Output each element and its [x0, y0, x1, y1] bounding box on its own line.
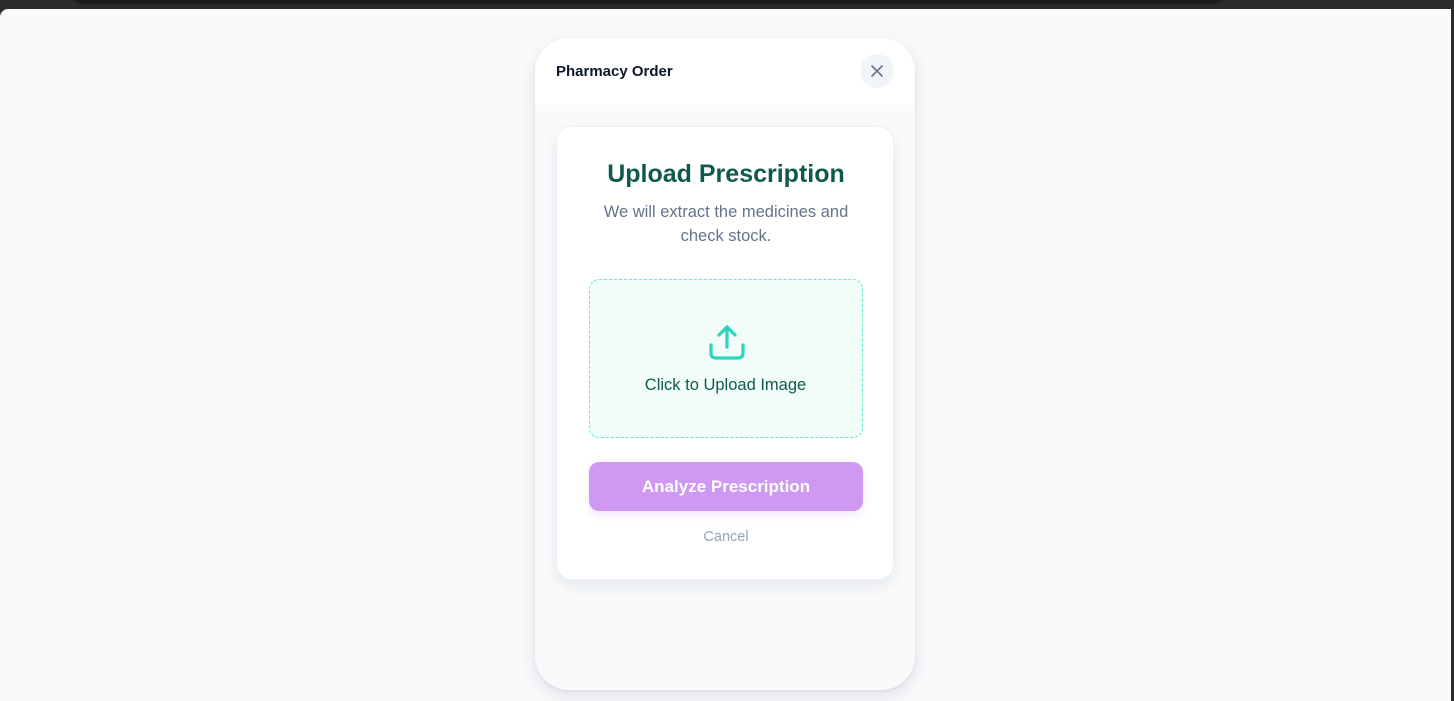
upload-icon: [709, 325, 745, 360]
upload-card: Upload Prescription We will extract the …: [556, 126, 894, 580]
upload-dropzone[interactable]: Click to Upload Image: [589, 279, 863, 438]
close-icon: [871, 65, 883, 77]
cancel-button[interactable]: Cancel: [557, 529, 895, 545]
pharmacy-order-modal: Pharmacy Order Upload Prescription We wi…: [535, 38, 915, 690]
modal-header: Pharmacy Order: [535, 38, 915, 105]
modal-title: Pharmacy Order: [556, 63, 673, 80]
browser-top-bar: [0, 0, 1454, 9]
upload-label: Click to Upload Image: [644, 376, 807, 394]
upload-subtitle: We will extract the medicines and check …: [603, 203, 849, 245]
upload-title: Upload Prescription: [607, 160, 845, 188]
close-button[interactable]: [860, 54, 894, 88]
browser-address-bar: [72, 0, 1224, 4]
analyze-prescription-button[interactable]: Analyze Prescription: [589, 462, 863, 511]
page-viewport: Pharmacy Order Upload Prescription We wi…: [0, 9, 1451, 701]
